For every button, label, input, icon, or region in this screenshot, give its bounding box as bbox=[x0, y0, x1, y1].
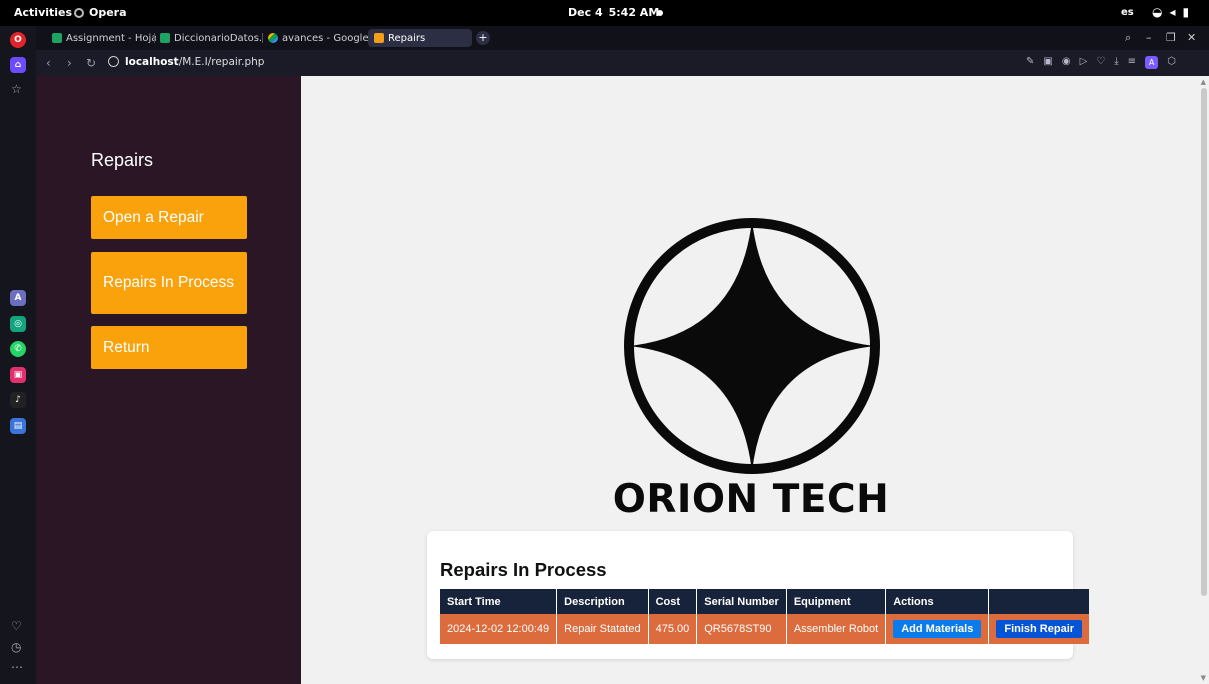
instagram-icon[interactable]: ▣ bbox=[10, 367, 26, 383]
sidebar-heading: Repairs bbox=[91, 150, 154, 170]
column-header: Start Time bbox=[440, 589, 558, 614]
aria-icon[interactable]: A bbox=[10, 290, 26, 306]
activities-button[interactable]: Activities bbox=[14, 6, 72, 19]
page-viewport: Repairs Open a Repair Repairs In Process… bbox=[36, 76, 1209, 684]
repairs-sidebar: Repairs Open a Repair Repairs In Process… bbox=[36, 76, 301, 684]
new-tab-button[interactable]: + bbox=[476, 31, 490, 45]
desktop-screen: Activities Opera Dec 4 5:42 AM es ◒ ◂ ▮ … bbox=[0, 0, 1209, 684]
whatsapp-icon[interactable]: ✆ bbox=[10, 341, 26, 357]
column-header: Actions bbox=[885, 589, 990, 614]
tab-avances[interactable]: avances - Google Dri bbox=[262, 29, 368, 47]
page-scrollbar[interactable] bbox=[1201, 88, 1207, 596]
close-icon[interactable]: ✕ bbox=[1187, 31, 1196, 44]
repairs-table: Start Time Description Cost Serial Numbe… bbox=[440, 589, 1090, 644]
star-icon[interactable]: ☆ bbox=[11, 82, 22, 96]
easy-setup-icon[interactable]: ≡ bbox=[1128, 56, 1136, 69]
tab-strip: Assignment - Hojas DiccionarioDatos.xls … bbox=[36, 26, 1209, 50]
drive-icon bbox=[268, 33, 278, 43]
home-icon[interactable]: ⌂ bbox=[10, 57, 26, 73]
repairs-in-process-card: Repairs In Process Start Time Descriptio… bbox=[427, 531, 1090, 659]
sheets-icon bbox=[160, 33, 170, 43]
heart-icon[interactable]: ♡ bbox=[11, 619, 22, 633]
brand-name: ORION TECH bbox=[612, 477, 890, 522]
clock[interactable]: Dec 4 5:42 AM bbox=[568, 6, 659, 19]
back-icon[interactable]: ‹ bbox=[46, 56, 51, 70]
repairs-in-process-button[interactable]: Repairs In Process bbox=[91, 252, 247, 314]
finish-cell: Finish Repair bbox=[988, 614, 1090, 644]
scroll-up-icon[interactable]: ▲ bbox=[1201, 78, 1206, 86]
main-content: ORION TECH Repairs In Process Start Time… bbox=[301, 76, 1195, 684]
serial-number-cell: QR5678ST90 bbox=[696, 614, 787, 644]
scroll-down-icon[interactable]: ▼ bbox=[1201, 674, 1206, 682]
card-title: Repairs In Process bbox=[440, 559, 607, 580]
finish-repair-button[interactable]: Finish Repair bbox=[996, 620, 1083, 638]
history-icon[interactable]: ◷ bbox=[11, 640, 21, 654]
notification-dot-icon bbox=[657, 10, 663, 16]
chatgpt-icon[interactable]: ◎ bbox=[10, 316, 26, 332]
restore-icon[interactable]: ❐ bbox=[1166, 31, 1176, 44]
tab-label: Repairs bbox=[388, 32, 426, 44]
forward-icon[interactable]: › bbox=[67, 56, 72, 70]
actions-cell: Add Materials bbox=[885, 614, 990, 644]
description-cell: Repair Statated bbox=[556, 614, 649, 644]
tab-repairs[interactable]: Repairs bbox=[368, 29, 472, 47]
tab-assignment[interactable]: Assignment - Hojas bbox=[46, 29, 156, 47]
extensions-icon[interactable]: ⬡ bbox=[1167, 56, 1176, 69]
opera-app-icon bbox=[74, 7, 84, 18]
tab-label: DiccionarioDatos.xls bbox=[174, 32, 262, 44]
clock-time: 5:42 AM bbox=[608, 6, 660, 19]
wifi-icon: ◒ bbox=[1152, 5, 1163, 19]
return-button[interactable]: Return bbox=[91, 326, 247, 369]
url-path: /M.E.I/repair.php bbox=[178, 56, 265, 68]
clock-date: Dec 4 bbox=[568, 6, 603, 19]
tab-search-icon[interactable]: ⌕ bbox=[1125, 31, 1131, 45]
app-name: Opera bbox=[89, 6, 127, 19]
tab-label: Assignment - Hojas bbox=[66, 32, 156, 44]
minimize-icon[interactable]: – bbox=[1146, 31, 1152, 44]
system-tray[interactable]: ◒ ◂ ▮ bbox=[1152, 5, 1189, 19]
volume-icon: ◂ bbox=[1169, 5, 1176, 19]
sheets-icon bbox=[52, 33, 62, 43]
orion-tech-logo bbox=[624, 218, 880, 474]
app-menu[interactable]: Opera bbox=[74, 6, 127, 19]
column-header: Description bbox=[556, 589, 649, 614]
table-header-row: Start Time Description Cost Serial Numbe… bbox=[440, 589, 1090, 614]
heart-icon[interactable]: ♡ bbox=[1096, 56, 1105, 69]
address-bar-tools: ✎ ▣ ◉ ▷ ♡ ⤓ ≡ A ⬡ bbox=[1026, 56, 1176, 69]
equipment-cell: Assembler Robot bbox=[786, 614, 887, 644]
column-header: Cost bbox=[648, 589, 698, 614]
address-bar: ‹ › ↻ localhost/M.E.I/repair.php ✎ ▣ ◉ ▷… bbox=[36, 50, 1209, 76]
edit-icon[interactable]: ✎ bbox=[1026, 56, 1034, 69]
open-repair-button[interactable]: Open a Repair bbox=[91, 196, 247, 239]
url-host: localhost bbox=[125, 56, 179, 68]
download-icon[interactable]: ⤓ bbox=[1114, 56, 1118, 69]
snapshot-icon[interactable]: ▣ bbox=[1043, 56, 1052, 69]
column-header: Equipment bbox=[786, 589, 887, 614]
table-row: 2024-12-02 12:00:49 Repair Statated 475.… bbox=[440, 614, 1090, 644]
add-materials-button[interactable]: Add Materials bbox=[893, 620, 982, 638]
keyboard-layout-indicator[interactable]: es bbox=[1121, 7, 1134, 18]
column-header: Serial Number bbox=[696, 589, 787, 614]
tiktok-icon[interactable]: ♪ bbox=[10, 392, 26, 408]
cost-cell: 475.00 bbox=[648, 614, 698, 644]
column-header bbox=[988, 589, 1090, 614]
url-field[interactable]: localhost/M.E.I/repair.php bbox=[125, 56, 264, 68]
play-icon[interactable]: ▷ bbox=[1080, 56, 1088, 69]
workspace-icon[interactable]: ▤ bbox=[10, 418, 26, 434]
repairs-favicon bbox=[374, 33, 384, 43]
profile-avatar[interactable]: A bbox=[1145, 56, 1159, 69]
vpn-icon[interactable]: ◉ bbox=[1062, 56, 1071, 69]
more-icon[interactable]: ⋯ bbox=[11, 660, 23, 674]
start-time-cell: 2024-12-02 12:00:49 bbox=[440, 614, 558, 644]
reload-icon[interactable]: ↻ bbox=[86, 56, 96, 70]
tab-diccionario[interactable]: DiccionarioDatos.xls bbox=[154, 29, 262, 47]
site-info-icon[interactable] bbox=[108, 56, 119, 67]
browser-sidebar: O ⌂ ☆ A ◎ ✆ ▣ ♪ ▤ ♡ ◷ ⋯ bbox=[0, 26, 36, 684]
battery-icon: ▮ bbox=[1182, 5, 1190, 19]
system-top-bar: Activities Opera Dec 4 5:42 AM es ◒ ◂ ▮ bbox=[0, 0, 1209, 26]
opera-logo-icon[interactable]: O bbox=[10, 32, 26, 48]
tab-label: avances - Google Dri bbox=[282, 32, 368, 44]
